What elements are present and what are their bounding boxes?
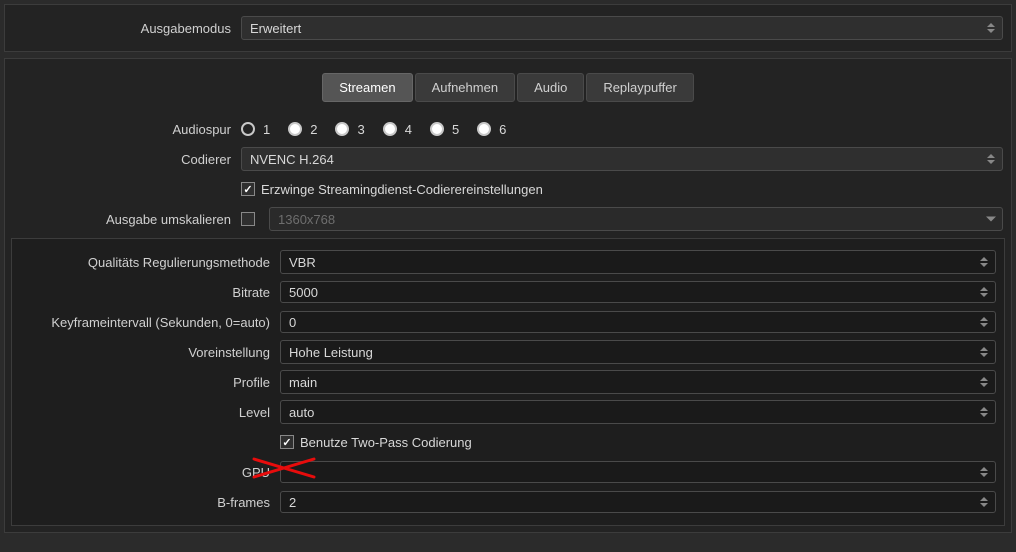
updown-icon[interactable] xyxy=(975,251,993,273)
ausgabe-umskalieren-value: 1360x768 xyxy=(278,212,335,227)
voreinstellung-value: Hohe Leistung xyxy=(289,345,373,360)
voreinstellung-dropdown[interactable]: Hohe Leistung xyxy=(280,340,996,364)
qualitaet-value: VBR xyxy=(289,255,316,270)
audiospur-label: Audiospur xyxy=(13,122,241,137)
qualitaet-dropdown[interactable]: VBR xyxy=(280,250,996,274)
level-dropdown[interactable]: auto xyxy=(280,400,996,424)
updown-icon[interactable] xyxy=(982,17,1000,39)
keyframe-label: Keyframeintervall (Sekunden, 0=auto) xyxy=(20,315,280,330)
erzwinge-label: Erzwinge Streamingdienst-Codierereinstel… xyxy=(261,182,543,197)
bitrate-input[interactable]: 5000 xyxy=(280,281,996,303)
keyframe-value: 0 xyxy=(289,315,296,330)
twopass-checkbox[interactable] xyxy=(280,435,294,449)
updown-icon[interactable] xyxy=(975,341,993,363)
profile-label: Profile xyxy=(20,375,280,390)
codierer-label: Codierer xyxy=(13,152,241,167)
radio-track-5[interactable] xyxy=(430,122,444,136)
codierer-value: NVENC H.264 xyxy=(250,152,334,167)
updown-icon[interactable] xyxy=(975,371,993,393)
radio-track-2[interactable] xyxy=(288,122,302,136)
tab-streamen[interactable]: Streamen xyxy=(322,73,412,102)
radio-track-6[interactable] xyxy=(477,122,491,136)
twopass-label: Benutze Two-Pass Codierung xyxy=(300,435,472,450)
annotation-red-cross xyxy=(254,455,324,485)
encoder-settings-panel: Qualitäts Regulierungsmethode VBR Bitrat… xyxy=(11,238,1005,526)
bframes-label: B-frames xyxy=(20,495,280,510)
streaming-panel: Streamen Aufnehmen Audio Replaypuffer Au… xyxy=(4,58,1012,533)
updown-icon[interactable] xyxy=(975,282,993,302)
updown-icon[interactable] xyxy=(975,492,993,512)
level-value: auto xyxy=(289,405,314,420)
output-mode-label: Ausgabemodus xyxy=(13,21,241,36)
gpu-label: GPU xyxy=(20,465,280,480)
updown-icon[interactable] xyxy=(982,148,1000,170)
radio-track-4[interactable] xyxy=(383,122,397,136)
radio-track-3[interactable] xyxy=(335,122,349,136)
chevron-down-icon xyxy=(986,217,996,222)
keyframe-input[interactable]: 0 xyxy=(280,311,996,333)
bframes-input[interactable]: 2 xyxy=(280,491,996,513)
ausgabe-umskalieren-checkbox[interactable] xyxy=(241,212,255,226)
profile-dropdown[interactable]: main xyxy=(280,370,996,394)
bitrate-label: Bitrate xyxy=(20,285,280,300)
tab-aufnehmen[interactable]: Aufnehmen xyxy=(415,73,516,102)
codierer-dropdown[interactable]: NVENC H.264 xyxy=(241,147,1003,171)
radio-track-1[interactable] xyxy=(241,122,255,136)
audiospur-radio-group: 1 2 3 4 5 6 xyxy=(241,122,1003,137)
erzwinge-checkbox[interactable] xyxy=(241,182,255,196)
output-mode-value: Erweitert xyxy=(250,21,301,36)
tab-bar: Streamen Aufnehmen Audio Replaypuffer xyxy=(5,59,1011,112)
updown-icon[interactable] xyxy=(975,312,993,332)
updown-icon[interactable] xyxy=(975,462,993,482)
tab-replaypuffer[interactable]: Replaypuffer xyxy=(586,73,693,102)
output-mode-panel: Ausgabemodus Erweitert xyxy=(4,4,1012,52)
gpu-input[interactable] xyxy=(280,461,996,483)
output-mode-dropdown[interactable]: Erweitert xyxy=(241,16,1003,40)
voreinstellung-label: Voreinstellung xyxy=(20,345,280,360)
ausgabe-umskalieren-label: Ausgabe umskalieren xyxy=(13,212,241,227)
tab-audio[interactable]: Audio xyxy=(517,73,584,102)
level-label: Level xyxy=(20,405,280,420)
bframes-value: 2 xyxy=(289,495,296,510)
qualitaet-label: Qualitäts Regulierungsmethode xyxy=(20,255,280,270)
bitrate-value: 5000 xyxy=(289,285,318,300)
ausgabe-umskalieren-dropdown: 1360x768 xyxy=(269,207,1003,231)
profile-value: main xyxy=(289,375,317,390)
updown-icon[interactable] xyxy=(975,401,993,423)
